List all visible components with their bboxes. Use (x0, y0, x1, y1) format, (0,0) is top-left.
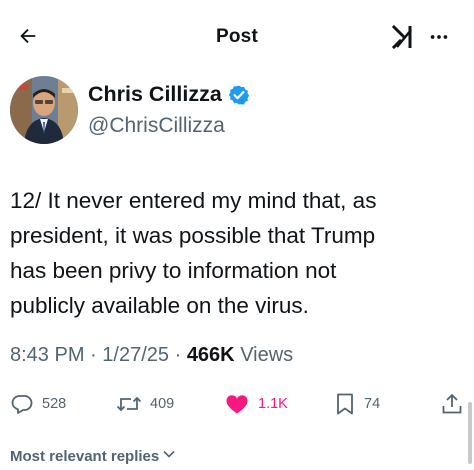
views-label: Views (240, 344, 294, 366)
scrollbar[interactable] (468, 402, 472, 464)
author-row: Chris Cillizza @ChrisCillizza (10, 76, 450, 146)
tweet-text: 12/ It never entered my mind that, as pr… (10, 183, 460, 323)
replies-sort-label: Most relevant replies (10, 447, 160, 465)
bookmark-icon (334, 392, 356, 416)
like-button[interactable]: 1.1K (224, 388, 288, 420)
tweet-meta: 8:43 PM · 1/27/25 · 466K Views (10, 344, 293, 367)
reply-icon (10, 392, 34, 416)
verified-badge-icon (228, 84, 250, 106)
tweet-date[interactable]: 1/27/25 (102, 344, 169, 366)
views-count: 466K (186, 344, 235, 366)
more-button[interactable] (424, 24, 454, 54)
bookmark-button[interactable]: 74 (334, 388, 380, 420)
more-dots-icon (428, 26, 450, 53)
grok-icon (391, 24, 417, 55)
bookmark-count: 74 (364, 396, 381, 412)
top-bar: Post (0, 0, 474, 78)
replies-sort-dropdown[interactable]: Most relevant replies (10, 447, 176, 465)
tweet-line: publicly available on the virus. (10, 293, 309, 318)
repost-icon (116, 392, 142, 416)
share-button[interactable] (440, 388, 464, 420)
grok-button[interactable] (389, 24, 419, 54)
tweet-line: has been privy to information not (10, 258, 337, 283)
reply-button[interactable]: 528 (10, 388, 66, 420)
repost-button[interactable]: 409 (116, 388, 174, 420)
meta-separator: · (174, 344, 182, 366)
heart-filled-icon (224, 392, 250, 416)
author-name-text: Chris Cillizza (88, 82, 222, 106)
author-handle[interactable]: @ChrisCillizza (88, 114, 225, 138)
meta-separator: · (90, 344, 97, 366)
share-icon (440, 392, 464, 416)
tweet-line: 12/ It never entered my mind that, as (10, 188, 377, 213)
chevron-down-icon (162, 447, 176, 465)
reply-count: 528 (42, 396, 67, 412)
avatar[interactable] (10, 76, 78, 144)
author-name[interactable]: Chris Cillizza (88, 82, 250, 107)
tweet-time[interactable]: 8:43 PM (10, 344, 84, 366)
action-bar: 528 409 1.1K 74 (0, 388, 474, 420)
tweet-line: president, it was possible that Trump (10, 223, 376, 248)
like-count: 1.1K (258, 396, 288, 412)
repost-count: 409 (150, 396, 175, 412)
